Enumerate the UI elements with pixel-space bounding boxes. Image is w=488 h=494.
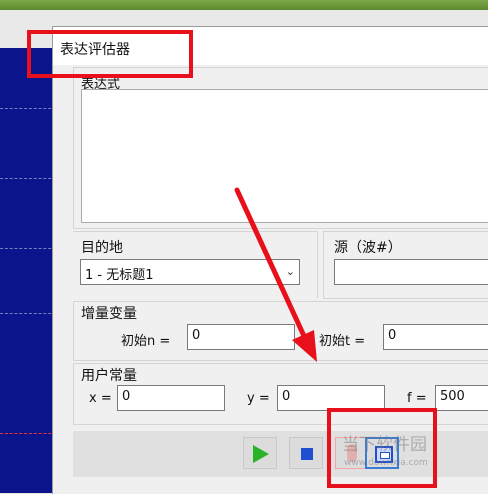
annotation-arrow (234, 187, 317, 362)
watermark-url: www.downxia.com (344, 458, 428, 468)
watermark-text: 当下软件园 (342, 435, 427, 455)
